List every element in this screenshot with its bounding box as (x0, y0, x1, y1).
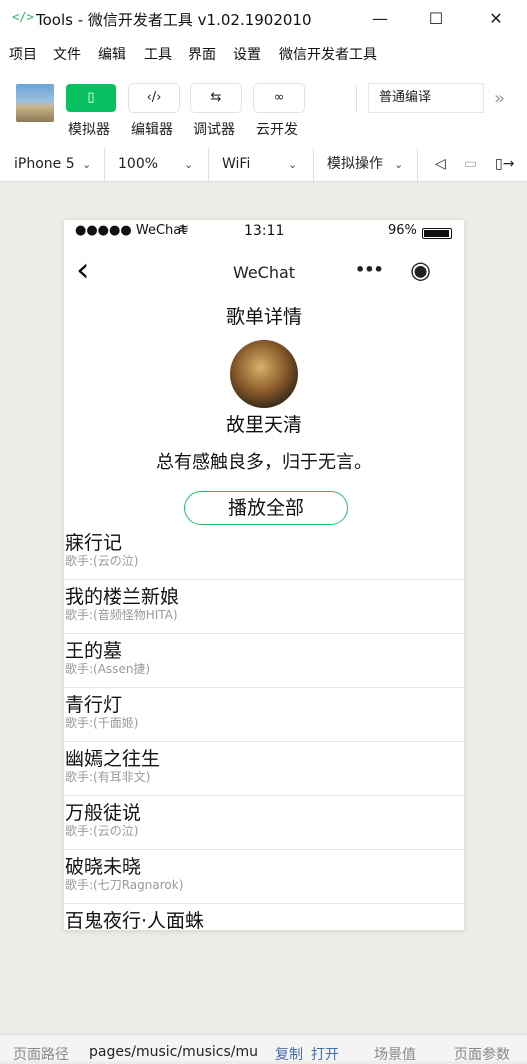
song-item[interactable]: 万般徒说 歌手:(云の泣) (64, 796, 464, 850)
bottom-status-bar: 页面路径 pages/music/musics/mu 复制 打开 场景值 页面参… (0, 1034, 527, 1064)
song-item[interactable]: 青行灯 歌手:(千面姬) (64, 688, 464, 742)
sliders-icon: ⇆ (210, 90, 222, 105)
song-name: 百鬼夜行·人面蛛 (65, 910, 205, 930)
cloud-dev-button[interactable]: ∞ (254, 84, 304, 112)
song-singer: 歌手:(音频怪物HITA) (65, 608, 178, 622)
menu-item-devtools[interactable]: 微信开发者工具 (279, 44, 377, 64)
song-item[interactable]: 破晓未晓 歌手:(七刀Ragnarok) (64, 850, 464, 904)
cloud-dev-label: 云开发 (256, 122, 298, 138)
device-value: iPhone 5 (14, 156, 75, 172)
debugger-label: 调试器 (193, 122, 235, 138)
creator-name: 故里天清 (225, 414, 302, 436)
song-name: 王的墓 (65, 640, 123, 662)
cloud-link-icon: ∞ (273, 90, 285, 105)
exit-icon[interactable]: ▯→ (495, 148, 514, 181)
debugger-button[interactable]: ⇆ (191, 84, 241, 112)
wechat-navbar: ‹ WeChat ••• ◉ (64, 248, 464, 298)
zoom-value: 100% (118, 156, 159, 172)
menu-item-edit[interactable]: 编辑 (98, 44, 126, 64)
simulate-value: 模拟操作 (327, 156, 383, 172)
song-item[interactable]: 我的楼兰新娘 歌手:(音频怪物HITA) (64, 580, 464, 634)
song-singer: 歌手:(千面姬) (65, 716, 139, 730)
network-value: WiFi (222, 156, 251, 172)
zoom-select[interactable]: 100% ⌄ (118, 148, 204, 181)
more-dots-icon[interactable]: ••• (355, 260, 384, 279)
song-singer: 歌手:(云の泣) (65, 824, 139, 838)
network-select[interactable]: WiFi ⌄ (222, 148, 308, 181)
song-name: 寐行记 (65, 532, 123, 554)
menu-item-project[interactable]: 项目 (9, 44, 37, 64)
song-item[interactable]: 百鬼夜行·人面蛛 (64, 904, 464, 930)
minimize-icon[interactable]: — (365, 6, 395, 32)
battery-percent: 96% (388, 223, 417, 238)
close-icon[interactable]: ✕ (481, 6, 511, 32)
copy-link[interactable]: 复制 (275, 1044, 303, 1064)
navbar-title: WeChat (232, 263, 296, 282)
simulate-select[interactable]: 模拟操作 ⌄ (327, 148, 413, 181)
project-avatar[interactable] (16, 84, 54, 122)
song-item[interactable]: 幽嫣之往生 歌手:(有耳非文) (64, 742, 464, 796)
phone-status-bar: ●●●●● WeChat ≋ 13:11 96% (64, 220, 464, 244)
playlist-cover-avatar (230, 340, 298, 408)
open-link[interactable]: 打开 (311, 1044, 339, 1064)
status-time: 13:11 (244, 223, 285, 239)
maximize-icon[interactable]: ☐ (421, 6, 451, 32)
page-path-label: 页面路径 (13, 1047, 69, 1063)
play-all-button[interactable]: 播放全部 (184, 491, 348, 525)
battery-fill (424, 230, 449, 237)
device-bar: iPhone 5 ⌄ 100% ⌄ WiFi ⌄ 模拟操作 ⌄ ◁ ▭ ▯→ (0, 148, 527, 182)
more-chevron-icon[interactable]: » (494, 88, 505, 109)
menu-item-file[interactable]: 文件 (53, 44, 81, 64)
menu-bar: 项目 文件 编辑 工具 界面 设置 微信开发者工具 (0, 38, 527, 68)
playlist-description: 总有感触良多，归于无言。 (156, 452, 372, 473)
divider (417, 148, 418, 181)
song-item[interactable]: 王的墓 歌手:(Assen捷) (64, 634, 464, 688)
device-select[interactable]: iPhone 5 ⌄ (14, 148, 100, 181)
page-title: 歌单详情 (225, 306, 302, 328)
window-title: Tools - 微信开发者工具 v1.02.1902010 (36, 11, 312, 29)
page-path-value: pages/music/musics/mu (89, 1044, 258, 1060)
window-icon[interactable]: ▭ (464, 148, 477, 181)
page-params-button[interactable]: 页面参数 (454, 1044, 510, 1064)
song-name: 我的楼兰新娘 (65, 586, 180, 608)
song-name: 破晓未晓 (65, 856, 142, 878)
divider (104, 148, 105, 181)
menu-item-view[interactable]: 界面 (188, 44, 216, 64)
volume-icon[interactable]: ◁ (435, 148, 446, 181)
chevron-down-icon: ⌄ (288, 158, 298, 171)
menu-item-tools[interactable]: 工具 (144, 44, 172, 64)
menu-item-settings[interactable]: 设置 (233, 44, 261, 64)
app-logo-icon: </> (12, 10, 34, 24)
song-name: 幽嫣之往生 (65, 748, 161, 770)
code-icon: ‹/› (146, 90, 162, 105)
song-item[interactable]: 寐行记 歌手:(云の泣) (64, 526, 464, 580)
toolbar-divider (356, 86, 357, 112)
chevron-down-icon: ⌄ (184, 158, 194, 171)
song-singer: 歌手:(云の泣) (65, 554, 139, 568)
chevron-down-icon: ⌄ (394, 158, 404, 171)
battery-icon (422, 228, 452, 239)
editor-label: 编辑器 (131, 122, 173, 138)
record-target-icon[interactable]: ◉ (410, 256, 431, 284)
phone-simulator: ●●●●● WeChat ≋ 13:11 96% ‹ WeChat ••• ◉ … (64, 220, 464, 930)
chevron-down-icon: ⌄ (82, 158, 92, 171)
signal-carrier: ●●●●● WeChat (75, 223, 187, 238)
simulator-label: 模拟器 (68, 122, 110, 138)
song-name: 万般徒说 (65, 802, 142, 824)
window-titlebar: </> Tools - 微信开发者工具 v1.02.1902010 — ☐ ✕ (0, 0, 527, 38)
scene-value-button[interactable]: 场景值 (374, 1044, 416, 1064)
wifi-icon: ≋ (178, 222, 189, 237)
divider (208, 148, 209, 181)
phone-icon: ▯ (87, 90, 95, 105)
song-list: 寐行记 歌手:(云の泣) 我的楼兰新娘 歌手:(音频怪物HITA) 王的墓 歌手… (64, 526, 464, 930)
editor-button[interactable]: ‹/› (129, 84, 179, 112)
divider (313, 148, 314, 181)
song-singer: 歌手:(七刀Ragnarok) (65, 878, 184, 892)
simulator-button[interactable]: ▯ (66, 84, 116, 112)
song-singer: 歌手:(有耳非文) (65, 770, 151, 784)
song-name: 青行灯 (65, 694, 123, 716)
toolbar: ▯ 模拟器 ‹/› 编辑器 ⇆ 调试器 ∞ 云开发 普通编译 » (0, 68, 527, 149)
compile-mode-select[interactable]: 普通编译 (369, 84, 483, 112)
song-singer: 歌手:(Assen捷) (65, 662, 151, 676)
